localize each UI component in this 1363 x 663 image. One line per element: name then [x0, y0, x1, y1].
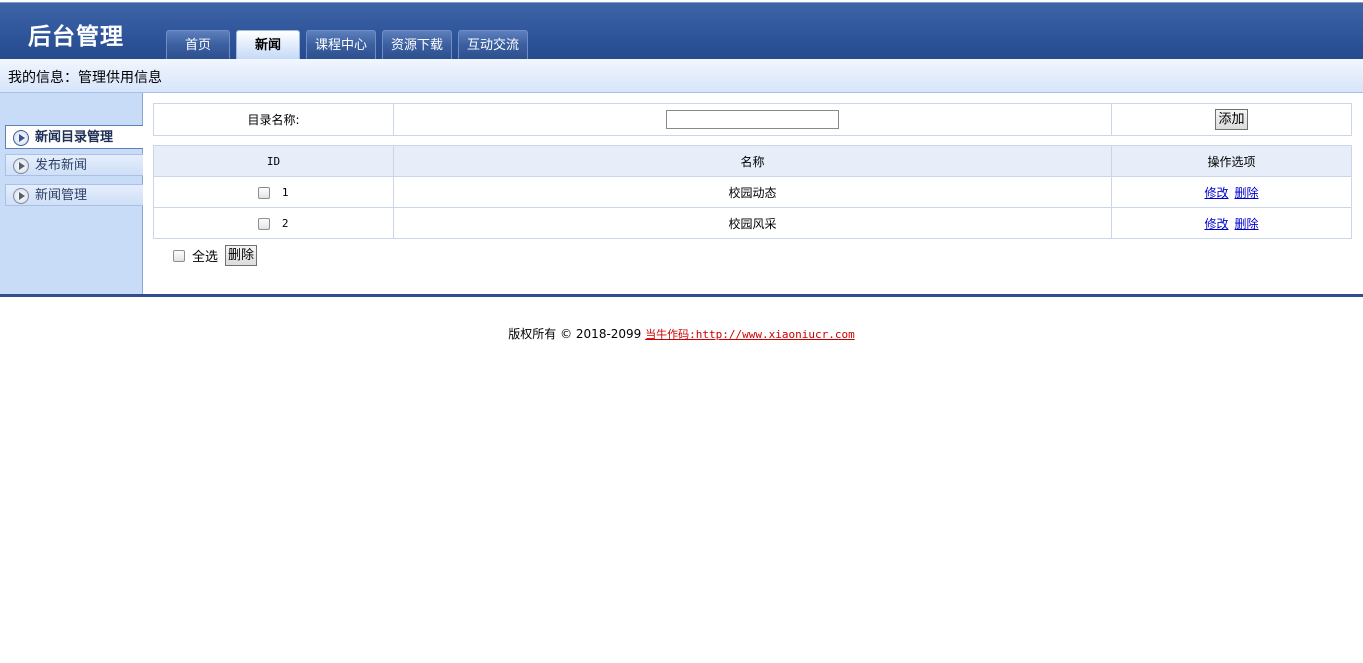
- row-name: 校园动态: [393, 176, 1112, 208]
- main-content: 目录名称: 添加 ID 名称 操作选项 1 校园动态 修改 删除 2 校园风采 修…: [143, 93, 1363, 295]
- tab-news[interactable]: 新闻: [236, 30, 300, 59]
- column-header-name: 名称: [393, 145, 1112, 177]
- row-checkbox[interactable]: [258, 186, 271, 199]
- select-all-checkbox[interactable]: [173, 249, 185, 262]
- app-logo: 后台管理: [28, 23, 124, 50]
- sidebar-item-label: 新闻目录管理: [35, 130, 114, 145]
- edit-link[interactable]: 修改: [1204, 217, 1228, 231]
- header-bar: 后台管理 首页 新闻 课程中心 资源下载 互动交流: [0, 2, 1363, 59]
- sidebar: 新闻目录管理 发布新闻 新闻管理: [0, 93, 143, 295]
- tab-interaction[interactable]: 互动交流: [458, 30, 529, 59]
- info-bar: 我的信息：管理供用信息: [0, 59, 1363, 93]
- arrow-circle-icon: [13, 158, 29, 174]
- row-id: 1: [281, 186, 289, 199]
- footer: 版权所有 © 2018-2099 当牛作码:http://www.xiaoniu…: [0, 325, 1363, 342]
- category-name-input[interactable]: [666, 110, 839, 129]
- sidebar-item-label: 新闻管理: [35, 188, 88, 203]
- tab-downloads[interactable]: 资源下载: [382, 30, 453, 59]
- sidebar-item-category-manage[interactable]: 新闻目录管理: [5, 125, 143, 149]
- tab-courses[interactable]: 课程中心: [306, 30, 377, 59]
- top-nav-tabs: 首页 新闻 课程中心 资源下载 互动交流: [166, 30, 534, 60]
- edit-link[interactable]: 修改: [1204, 186, 1228, 200]
- copyright-text: 版权所有 © 2018-2099: [508, 327, 646, 341]
- add-button[interactable]: 添加: [1215, 109, 1248, 130]
- sidebar-item-label: 发布新闻: [35, 158, 88, 173]
- category-table: ID 名称 操作选项 1 校园动态 修改 删除 2 校园风采 修改 删除: [153, 145, 1352, 239]
- info-text: 我的信息：管理供用信息: [8, 70, 162, 86]
- sidebar-item-publish-news[interactable]: 发布新闻: [5, 154, 143, 176]
- column-header-id: ID: [153, 145, 394, 177]
- footer-divider: [0, 294, 1363, 297]
- sidebar-item-news-manage[interactable]: 新闻管理: [5, 184, 143, 206]
- column-header-actions: 操作选项: [1111, 145, 1352, 177]
- row-checkbox[interactable]: [258, 217, 271, 230]
- category-name-label: 目录名称:: [153, 103, 394, 136]
- delete-link[interactable]: 删除: [1235, 186, 1259, 200]
- row-id: 2: [281, 217, 289, 230]
- arrow-circle-icon: [13, 188, 29, 204]
- bulk-actions: 全选 删除: [173, 245, 258, 266]
- bulk-delete-button[interactable]: 删除: [225, 245, 258, 266]
- table-header-row: ID 名称 操作选项: [153, 145, 1352, 177]
- tab-home[interactable]: 首页: [166, 30, 230, 59]
- footer-link[interactable]: 当牛作码:http://www.xiaoniucr.com: [645, 328, 855, 341]
- select-all-label: 全选: [192, 250, 219, 265]
- row-name: 校园风采: [393, 207, 1112, 239]
- arrow-circle-icon: [13, 130, 29, 146]
- table-row: 1 校园动态 修改 删除: [153, 176, 1352, 208]
- table-row: 2 校园风采 修改 删除: [153, 207, 1352, 239]
- add-category-form: 目录名称: 添加: [153, 103, 1352, 136]
- delete-link[interactable]: 删除: [1235, 217, 1259, 231]
